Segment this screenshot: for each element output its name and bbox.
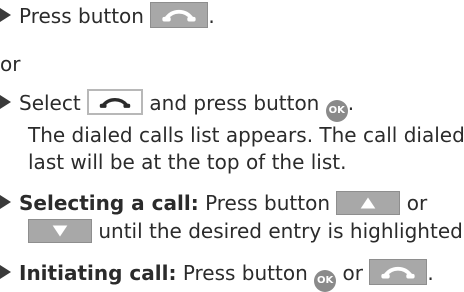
step2-select-text: Select bbox=[19, 91, 81, 115]
step3-heading: Selecting a call: bbox=[19, 191, 199, 215]
ok-circle-icon: OK bbox=[314, 270, 337, 292]
info-paragraph-line1: The dialed calls list appears. The call … bbox=[28, 123, 464, 147]
phone-handset-icon bbox=[150, 2, 209, 28]
step4-text2: or bbox=[342, 261, 363, 285]
step-selecting-call-cont: until the desired entry is highlighted. bbox=[28, 219, 464, 243]
step-selecting-call: Selecting a call: Press button or bbox=[0, 191, 427, 215]
step2-mid-text: and press button bbox=[149, 91, 320, 115]
step-press-call-button: Press button . bbox=[0, 2, 215, 28]
phone-handset-icon bbox=[369, 259, 428, 285]
step2-end: . bbox=[347, 91, 355, 115]
step-select-dialed: Select and press button OK. bbox=[0, 89, 354, 122]
phone-handset-outline-icon bbox=[87, 89, 144, 115]
triangle-bullet-icon bbox=[0, 195, 11, 209]
arrow-down-icon bbox=[28, 219, 92, 243]
step3-text2: or bbox=[406, 191, 428, 215]
ok-circle-icon: OK bbox=[325, 100, 348, 122]
step3-text3: until the desired entry is highlighted. bbox=[98, 219, 464, 243]
arrow-up-icon bbox=[336, 191, 401, 215]
triangle-bullet-icon bbox=[0, 265, 11, 279]
step4-text1: Press button bbox=[182, 261, 308, 285]
step4-end: . bbox=[427, 261, 434, 285]
info-paragraph-line2: last will be at the top of the list. bbox=[28, 150, 347, 174]
triangle-bullet-icon bbox=[0, 95, 11, 109]
or-label: or bbox=[0, 52, 21, 76]
triangle-bullet-icon bbox=[0, 8, 11, 22]
step1-end: . bbox=[208, 4, 215, 28]
step4-heading: Initiating call: bbox=[19, 261, 177, 285]
step1-text: Press button bbox=[19, 4, 144, 28]
step3-text1: Press button bbox=[205, 191, 331, 215]
step-initiating-call: Initiating call: Press button OK or . bbox=[0, 259, 434, 292]
